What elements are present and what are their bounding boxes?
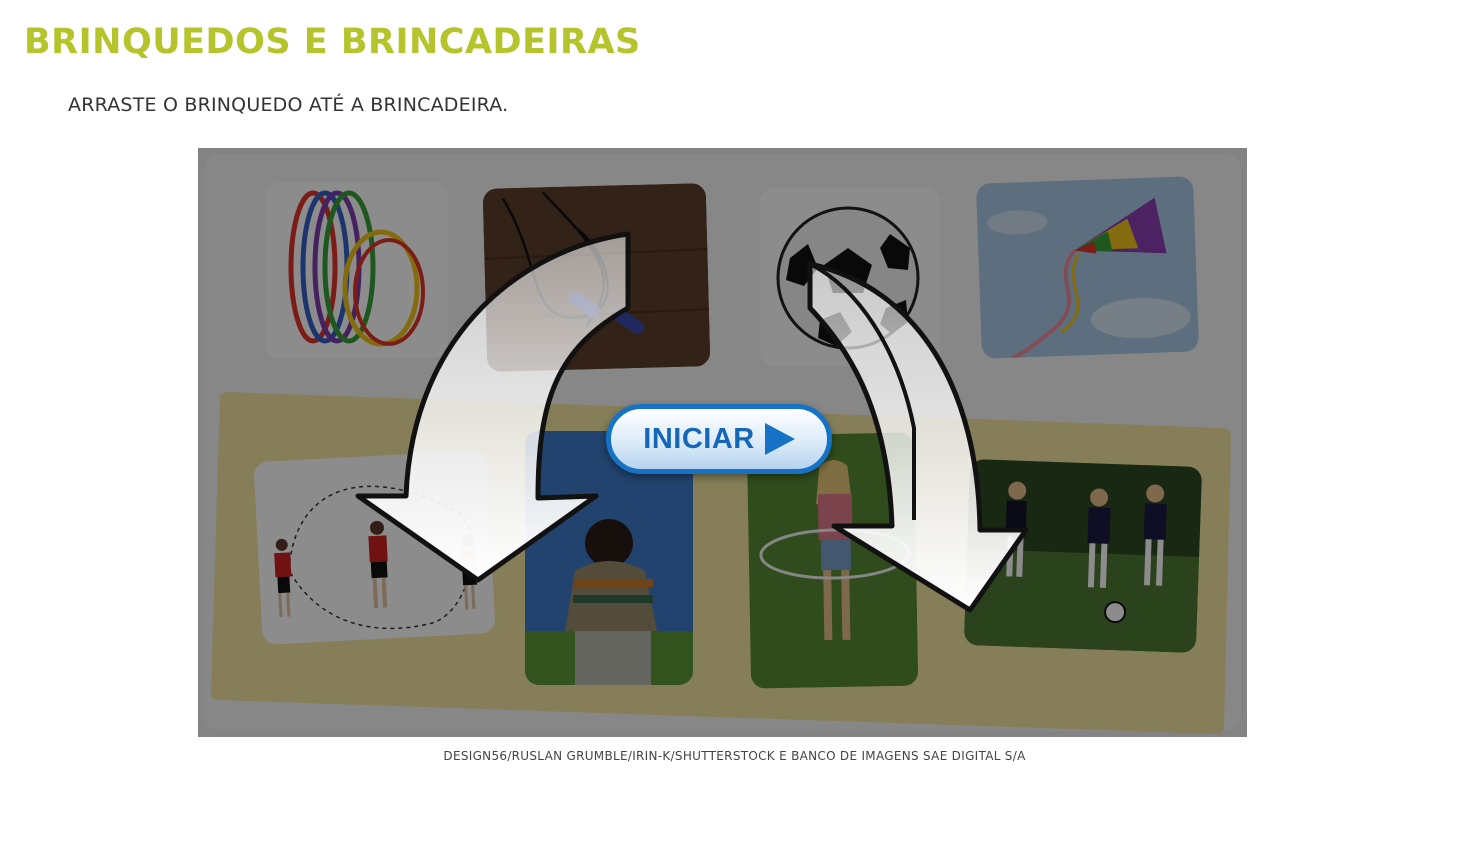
activity-card-jumping-rope[interactable] [253, 450, 496, 645]
activity-card-playing-soccer[interactable] [963, 459, 1203, 653]
activity-stage: INICIAR [198, 148, 1247, 737]
jump-rope-icon [482, 183, 711, 372]
start-button-label: INICIAR [643, 422, 755, 455]
kite-icon [976, 176, 1199, 359]
start-button[interactable]: INICIAR [606, 404, 832, 474]
playing-soccer-scene-icon [963, 459, 1203, 653]
jumping-rope-scene-icon [274, 485, 478, 630]
image-credit: DESIGN56/RUSLAN GRUMBLE/IRIN-K/SHUTTERST… [443, 749, 1026, 763]
soccer-ball-icon [776, 206, 920, 350]
play-icon [764, 423, 795, 455]
toy-card-hula-hoops[interactable] [265, 182, 448, 358]
toy-card-kite[interactable] [976, 176, 1199, 359]
toy-card-jump-rope[interactable] [482, 183, 711, 372]
instruction-text: ARRASTE O BRINQUEDO ATÉ A BRINCADEIRA. [68, 94, 509, 116]
hula-hoops-icon [288, 190, 425, 347]
page-title: BRINQUEDOS E BRINCADEIRAS [24, 22, 641, 62]
toy-card-soccer-ball[interactable] [760, 188, 940, 366]
